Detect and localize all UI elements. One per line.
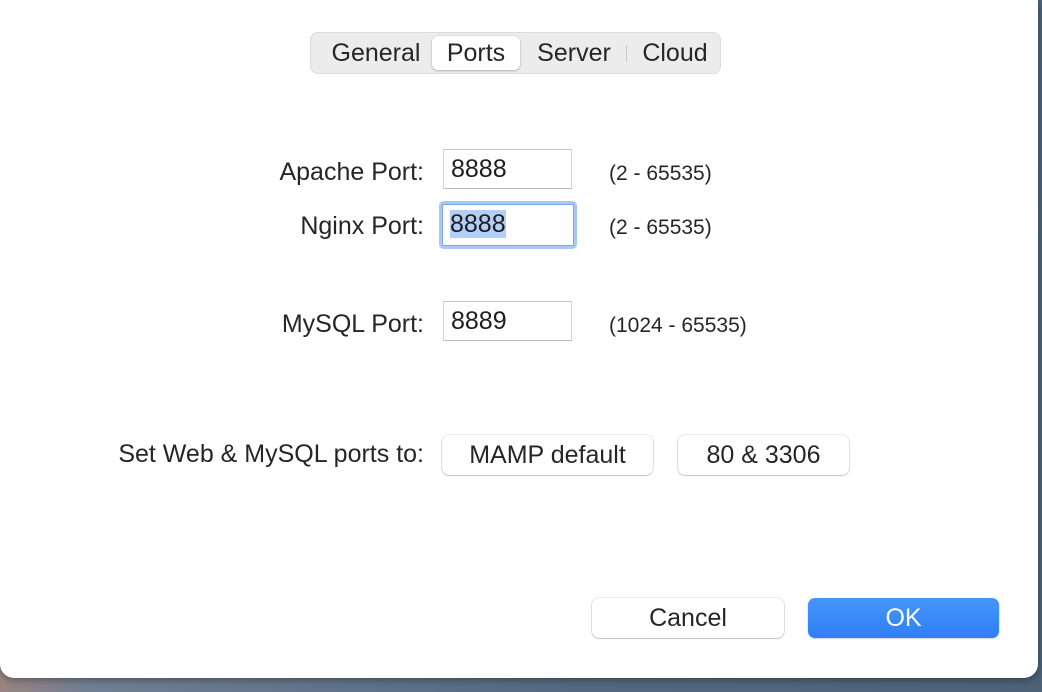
tab-server[interactable]: Server [525, 36, 623, 70]
preferences-dialog: General Ports Server Cloud Apache Port: … [0, 0, 1038, 678]
apache-port-range: (2 - 65535) [609, 162, 712, 185]
nginx-port-value: 8888 [450, 210, 506, 238]
cancel-button[interactable]: Cancel [592, 598, 784, 638]
tab-divider [626, 45, 627, 62]
mamp-default-button[interactable]: MAMP default [442, 435, 653, 475]
apache-port-label: Apache Port: [279, 158, 424, 186]
ok-button[interactable]: OK [808, 598, 999, 638]
mysql-port-field[interactable]: 8889 [443, 301, 572, 341]
nginx-port-field[interactable]: 8888 [442, 204, 574, 246]
preset-ports-label: Set Web & MySQL ports to: [118, 440, 424, 468]
apache-port-field[interactable]: 8888 [443, 149, 572, 189]
nginx-port-label: Nginx Port: [300, 212, 424, 240]
tab-bar: General Ports Server Cloud [310, 32, 721, 74]
nginx-port-range: (2 - 65535) [609, 216, 712, 239]
mysql-port-label: MySQL Port: [281, 310, 424, 338]
mysql-port-range: (1024 - 65535) [609, 314, 747, 337]
tab-cloud[interactable]: Cloud [630, 36, 720, 70]
tab-ports[interactable]: Ports [432, 36, 520, 70]
tab-general[interactable]: General [317, 36, 435, 70]
standard-ports-button[interactable]: 80 & 3306 [678, 435, 849, 475]
